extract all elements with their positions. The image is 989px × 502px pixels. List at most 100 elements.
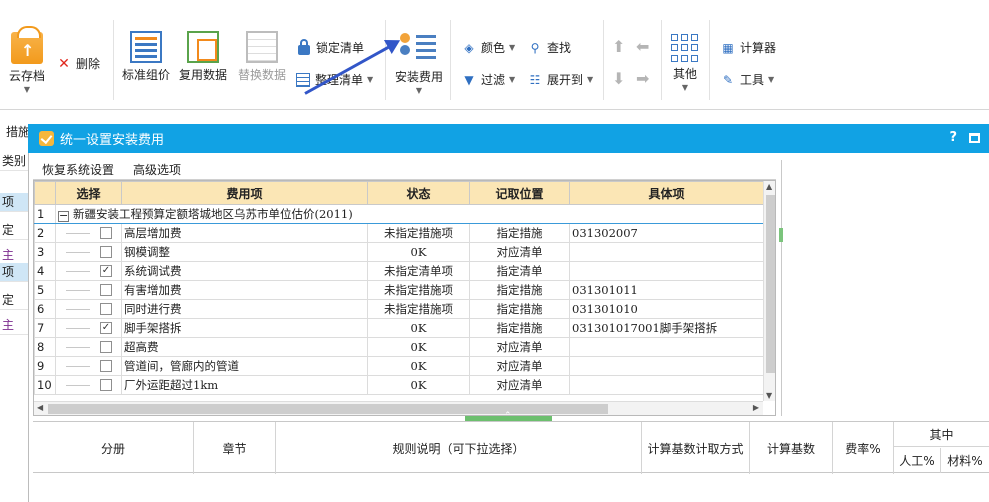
position-cell[interactable]: 对应清单 (469, 242, 570, 262)
column-header-base[interactable]: 计算基数 (750, 422, 833, 474)
table-row[interactable]: 3 钢模调整 0K 对应清单 (34, 242, 764, 262)
row-checkbox[interactable]: ✓ (100, 265, 112, 277)
move-up-button[interactable]: ⬆ (612, 37, 625, 56)
background-tab[interactable]: 措施 (6, 123, 30, 140)
scroll-up-icon[interactable]: ▲ (766, 182, 772, 191)
tree-line (66, 385, 90, 386)
column-header-base-method[interactable]: 计算基数计取方式 (642, 422, 750, 474)
row-checkbox[interactable] (100, 227, 112, 239)
table-row[interactable]: 10 厂外运距超过1km 0K 对应清单 (34, 375, 764, 395)
side-pane (779, 160, 989, 416)
position-cell[interactable]: 指定措施 (469, 318, 570, 338)
standard-pricing-button[interactable]: 标准组价 (122, 31, 170, 83)
detail-cell[interactable] (569, 375, 764, 395)
row-checkbox[interactable]: ✓ (100, 322, 112, 334)
dialog-titlebar[interactable]: 统一设置安装费用 ? (28, 124, 989, 153)
arrow-left-icon: ⬅ (636, 37, 650, 56)
column-header-chapter[interactable]: 章节 (194, 422, 276, 474)
position-cell[interactable]: 指定清单 (469, 261, 570, 281)
reuse-data-button[interactable]: 复用数据 (179, 31, 227, 83)
chevron-down-icon: ▼ (23, 85, 31, 94)
horizontal-scrollbar[interactable]: ◀ ▶ (34, 401, 763, 415)
expand-to-button[interactable]: ☷ 展开到 ▼ (527, 71, 594, 88)
row-checkbox[interactable] (100, 303, 112, 315)
calculator-button[interactable]: ▦ 计算器 (720, 39, 776, 56)
row-checkbox[interactable] (100, 379, 112, 391)
tools-button[interactable]: ✎ 工具 ▼ (720, 71, 774, 88)
standard-pricing-icon (130, 31, 162, 63)
find-button[interactable]: ⚲ 查找 (527, 39, 571, 56)
status-cell: 未指定措施项 (367, 299, 470, 319)
column-header-fee-item[interactable]: 费用项 (121, 181, 368, 205)
row-number: 1 (34, 204, 56, 224)
detail-cell[interactable] (569, 337, 764, 357)
collapse-icon[interactable]: − (58, 210, 69, 222)
tree-line (66, 271, 90, 272)
detail-cell[interactable] (569, 356, 764, 376)
scroll-thumb[interactable] (766, 195, 775, 373)
lock-list-button[interactable]: 锁定清单 (296, 38, 364, 56)
table-row[interactable]: 5 有害增加费 未指定措施项 指定措施 031301011 (34, 280, 764, 300)
table-row[interactable]: 8 超高费 0K 对应清单 (34, 337, 764, 357)
color-button[interactable]: ◈ 颜色 ▼ (461, 39, 515, 56)
menu-advanced-options[interactable]: 高级选项 (133, 161, 181, 178)
install-fee-button[interactable]: 安装费用 ▼ (395, 31, 443, 95)
pane-resize-handle[interactable] (779, 228, 783, 242)
column-header-detail[interactable]: 具体项 (569, 181, 764, 205)
row-number: 8 (34, 337, 56, 357)
detail-cell[interactable]: 031301017001脚手架搭拆 (569, 318, 764, 338)
position-cell[interactable]: 指定措施 (469, 223, 570, 243)
row-checkbox[interactable] (100, 360, 112, 372)
detail-cell[interactable]: 031301011 (569, 280, 764, 300)
scroll-right-icon[interactable]: ▶ (753, 403, 759, 412)
detail-cell[interactable]: 031301010 (569, 299, 764, 319)
column-header-position[interactable]: 记取位置 (469, 181, 570, 205)
detail-cell[interactable] (569, 261, 764, 281)
detail-cell[interactable] (569, 242, 764, 262)
status-cell: 0K (367, 318, 470, 338)
scroll-down-icon[interactable]: ▼ (766, 391, 772, 400)
move-left-button[interactable]: ⬅ (636, 37, 649, 56)
position-cell[interactable]: 指定措施 (469, 280, 570, 300)
cloud-save-button[interactable]: 云存档 ▼ (9, 26, 45, 94)
menu-restore-defaults[interactable]: 恢复系统设置 (42, 161, 114, 178)
maximize-icon[interactable] (969, 133, 980, 143)
column-header-status[interactable]: 状态 (367, 181, 470, 205)
help-button[interactable]: ? (949, 130, 957, 145)
vertical-scrollbar[interactable]: ▲ ▼ (763, 181, 775, 401)
position-cell[interactable]: 指定措施 (469, 299, 570, 319)
filter-button[interactable]: ▼ 过滤 ▼ (461, 71, 515, 88)
table-group-row[interactable]: 1 − 新疆安装工程预算定额塔城地区乌苏市单位估价(2011) (34, 204, 764, 224)
column-header-labor[interactable]: 人工% (894, 448, 941, 473)
table-row[interactable]: 6 同时进行费 未指定措施项 指定措施 031301010 (34, 299, 764, 319)
scroll-left-icon[interactable]: ◀ (37, 403, 43, 412)
table-row[interactable]: 4 ✓ 系统调试费 未指定清单项 指定清单 (34, 261, 764, 281)
move-down-button[interactable]: ⬇ (612, 69, 625, 88)
table-header-row: 选择 费用项 状态 记取位置 具体项 (34, 181, 764, 205)
position-cell[interactable]: 对应清单 (469, 337, 570, 357)
row-checkbox[interactable] (100, 246, 112, 258)
column-header-rule[interactable]: 规则说明（可下拉选择） (276, 422, 642, 474)
calculator-icon: ▦ (722, 40, 734, 55)
position-cell[interactable]: 对应清单 (469, 356, 570, 376)
detail-cell[interactable]: 031302007 (569, 223, 764, 243)
scroll-thumb[interactable] (48, 404, 608, 414)
column-header-material[interactable]: 材料% (941, 448, 989, 473)
column-header-rate[interactable]: 费率% (833, 422, 894, 474)
table-row[interactable]: 2 高层增加费 未指定措施项 指定措施 031302007 (34, 223, 764, 243)
tidy-list-button[interactable]: 整理清单 ▼ (296, 71, 373, 88)
ribbon-separator (603, 20, 604, 100)
table-row[interactable]: 9 管道间，管廊内的管道 0K 对应清单 (34, 356, 764, 376)
delete-button[interactable]: ✕ 删除 (56, 55, 100, 72)
column-header-select[interactable]: 选择 (55, 181, 122, 205)
row-checkbox[interactable] (100, 284, 112, 296)
fee-item-cell: 有害增加费 (121, 280, 368, 300)
move-right-button[interactable]: ➡ (636, 69, 649, 88)
other-button[interactable]: 其他 ▼ (671, 34, 699, 92)
row-checkbox[interactable] (100, 341, 112, 353)
replace-data-button[interactable]: 替换数据 (238, 31, 286, 83)
column-header-volume[interactable]: 分册 (33, 422, 194, 474)
table-row[interactable]: 7 ✓ 脚手架搭拆 0K 指定措施 031301017001脚手架搭拆 (34, 318, 764, 338)
position-cell[interactable]: 对应清单 (469, 375, 570, 395)
tree-line (66, 309, 90, 310)
